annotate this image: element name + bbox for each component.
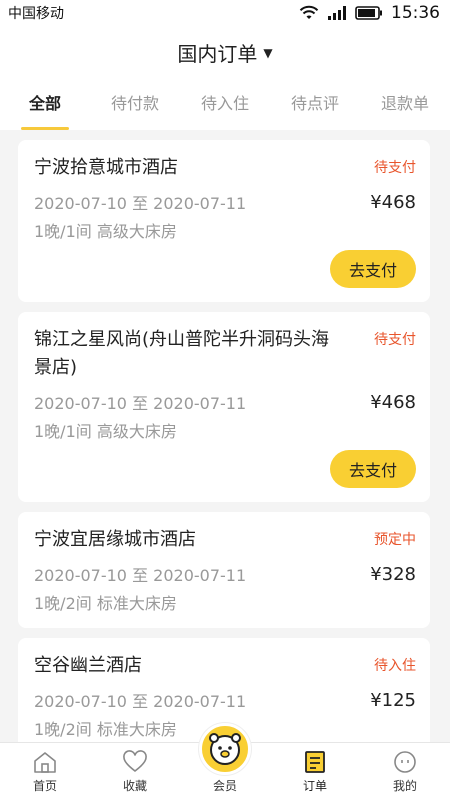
order-status: 预定中 [374,532,416,548]
order-price: ¥468 [370,191,416,213]
caret-down-icon: ▼ [263,46,273,60]
nav-member[interactable]: 会员 [180,723,270,800]
nav-member-label: 会员 [212,779,237,793]
nav-orders-label: 订单 [302,779,327,793]
room-info: 1晚/1间 高级大床房 [34,422,177,441]
home-icon [34,752,56,773]
tab-refunds[interactable]: 退款单 [360,78,450,130]
order-price: ¥468 [370,391,416,413]
stay-dates: 2020-07-10 至 2020-07-11 [34,692,247,711]
order-icon [305,751,325,773]
room-info: 1晚/2间 标准大床房 [34,594,177,613]
nav-orders[interactable]: 订单 [270,750,360,800]
signal-icon [328,6,346,20]
status-icons: 15:36 [299,3,440,23]
hotel-name: 空谷幽兰酒店 [34,655,142,676]
wifi-icon [299,5,319,19]
heart-icon [123,750,147,773]
nav-favorites-label: 收藏 [122,779,147,793]
order-card[interactable]: 宁波拾意城市酒店 待支付 2020-07-10 至 2020-07-11 ¥46… [18,140,430,302]
nav-profile[interactable]: 我的 [360,750,450,800]
order-status: 待支付 [374,160,416,176]
pay-button[interactable]: 去支付 [330,450,416,488]
status-bar: 中国移动 15:36 [0,0,450,26]
order-card[interactable]: 宁波宜居缘城市酒店 预定中 2020-07-10 至 2020-07-11 ¥3… [18,512,430,628]
nav-favorites[interactable]: 收藏 [90,750,180,800]
profile-icon [394,751,416,773]
tab-all[interactable]: 全部 [0,78,90,130]
tab-pending-payment[interactable]: 待付款 [90,78,180,130]
order-status: 待入住 [374,658,416,674]
nav-home-label: 首页 [32,779,57,793]
stay-dates: 2020-07-10 至 2020-07-11 [34,194,247,213]
hotel-name: 宁波拾意城市酒店 [34,157,178,178]
room-info: 1晚/1间 高级大床房 [34,222,177,241]
bottom-nav: 首页 收藏 会员 订单 我的 [0,723,450,800]
order-tabs: 全部 待付款 待入住 待点评 退款单 [0,78,450,130]
stay-dates: 2020-07-10 至 2020-07-11 [34,394,247,413]
tab-pending-checkin[interactable]: 待入住 [180,78,270,130]
order-price: ¥328 [370,563,416,585]
mascot-icon [209,732,241,765]
order-price: ¥125 [370,689,416,711]
order-list: 宁波拾意城市酒店 待支付 2020-07-10 至 2020-07-11 ¥46… [18,140,430,764]
stay-dates: 2020-07-10 至 2020-07-11 [34,566,247,585]
tab-pending-review[interactable]: 待点评 [270,78,360,130]
clock-time: 15:36 [391,3,440,23]
order-type-selector[interactable]: 国内订单 ▼ [0,26,450,78]
battery-icon [355,6,382,20]
nav-profile-label: 我的 [392,779,417,793]
pay-button[interactable]: 去支付 [330,250,416,288]
order-status: 待支付 [374,332,416,348]
order-card[interactable]: 锦江之星风尚(舟山普陀半升洞码头海景店) 待支付 2020-07-10 至 20… [18,312,430,502]
hotel-name: 锦江之星风尚(舟山普陀半升洞码头海景店) [34,329,330,378]
carrier-label: 中国移动 [8,6,64,22]
member-badge [199,723,251,775]
nav-home[interactable]: 首页 [0,750,90,800]
hotel-name: 宁波宜居缘城市酒店 [34,529,196,550]
page-title: 国内订单 [177,41,258,66]
